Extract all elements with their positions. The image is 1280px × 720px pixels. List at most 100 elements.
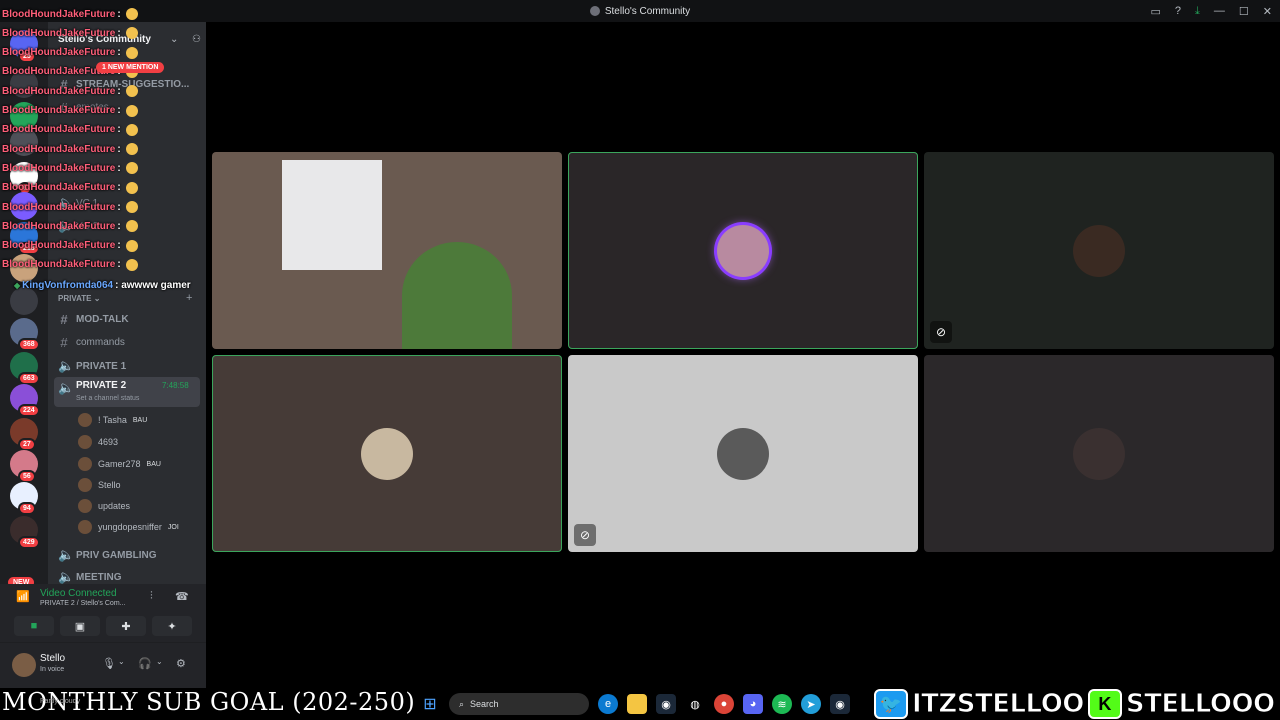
soundboard-button[interactable]: ✦ [152,616,192,636]
bottom-bar: MONTHLY SUB GOAL (202-250) Partly cloudy… [0,688,1280,720]
avatar[interactable] [12,653,36,677]
voice-member[interactable]: yungdopesniffer JOI [78,520,179,534]
chat-message: BloodHoundJakeFuture: [2,220,138,233]
emoji-icon [125,27,138,40]
disconnect-icon[interactable]: ☎ [175,590,189,603]
channel-private-1[interactable]: 🔈 PRIVATE 1 [58,358,126,374]
server-icon [589,6,600,16]
obs-icon[interactable]: ◍ [685,694,705,714]
screen-share-icon[interactable]: ▭ [1151,5,1161,18]
speaker-icon: 🔈 [58,569,75,584]
emoji-icon [125,162,138,175]
mic-muted-icon: ⊘ [930,321,952,343]
person-image [402,242,512,349]
window-title: Stello's Community [604,5,691,17]
avatar [1073,224,1125,277]
noise-suppression-icon[interactable]: ⫶ [150,590,153,603]
chat-message: ◆ KingVonfromda064: awwww gamer [14,280,191,291]
participant-tile[interactable]: ⊘ [568,355,918,552]
unread-badge: 429 [18,536,40,549]
emoji-icon [125,181,138,194]
badge-icon: ◆ [14,281,21,290]
voice-member[interactable]: Gamer278 BAU [78,457,161,471]
camera-button[interactable]: ■ [14,616,54,636]
avatar [361,427,413,480]
new-mention-badge[interactable]: 1 NEW MENTION [96,62,165,73]
chat-message: BloodHoundJakeFuture: [2,46,138,59]
emoji-icon [125,239,138,252]
channel-commands[interactable]: # commands [58,335,125,350]
chevron-down-icon[interactable]: ⌄ [118,657,125,666]
speaker-icon: 🔈 [58,380,75,395]
chat-message: BloodHoundJakeFuture: [2,258,138,271]
participant-tile[interactable] [568,152,918,349]
download-icon[interactable]: ⤓ [1195,5,1200,18]
maximize-button[interactable]: ☐ [1239,5,1249,18]
voice-status[interactable]: Video Connected [40,588,117,599]
signal-icon[interactable]: 📶 [16,590,30,603]
add-channel-icon[interactable]: + [186,292,192,304]
steam-icon[interactable]: ◉ [656,694,676,714]
screen-share-button[interactable]: ▣ [60,616,100,636]
speaker-icon: 🔈 [58,358,75,373]
window-controls: ▭ ? ⤓ — ☐ ✕ [1151,0,1273,22]
add-member-icon[interactable]: ⚇ [192,34,201,45]
channel-meeting[interactable]: 🔈 MEETING [58,569,122,584]
settings-icon[interactable]: ⚙ [176,657,186,670]
close-button[interactable]: ✕ [1263,5,1272,18]
minimize-button[interactable]: — [1214,5,1225,17]
channel-priv-gambling[interactable]: 🔈 PRIV GAMBLING [58,547,157,563]
edge-icon[interactable]: e [598,694,618,714]
voice-member[interactable]: updates [78,499,130,513]
participant-tile[interactable]: ⊘ [924,152,1274,349]
weather-label: Partly cloudy [40,698,81,705]
hashtag-icon: # [60,312,68,327]
chrome-icon[interactable]: ● [714,694,734,714]
taskbar-search[interactable]: ⌕ Search [449,693,589,715]
participant-tile[interactable] [924,355,1274,552]
help-icon[interactable]: ? [1175,5,1181,17]
participant-tile[interactable] [212,355,562,552]
voice-member[interactable]: 4693 [78,435,118,449]
avatar [78,435,92,449]
emoji-icon [125,123,138,136]
steam-icon-2[interactable]: ◉ [830,694,850,714]
chevron-down-icon: ⌄ [170,34,179,45]
user-status: In voice [40,666,65,673]
voice-channel-path[interactable]: PRIVATE 2 / Stello's Com... [40,600,126,607]
avatar [78,478,92,492]
category-private[interactable]: PRIVATE ⌄ [58,294,100,303]
activities-icon: ✚ [121,620,131,633]
voice-member[interactable]: Stello [78,478,121,492]
avatar [78,413,92,427]
channel-mod-talk[interactable]: # MOD-TALK [58,312,128,327]
voice-member[interactable]: ! Tasha BAU [78,413,147,427]
file-explorer-icon[interactable] [627,694,647,714]
headphones-icon[interactable]: 🎧 [138,657,152,670]
chevron-down-icon[interactable]: ⌄ [156,657,163,666]
avatar [1073,427,1125,480]
title-bar: Stello's Community ▭ ? ⤓ — ☐ ✕ [0,0,1280,22]
emoji-icon [125,46,138,59]
window-title-group: Stello's Community [589,5,691,17]
chat-message: BloodHoundJakeFuture: [2,162,138,175]
chat-message: BloodHoundJakeFuture: [2,181,138,194]
avatar [717,427,769,480]
chat-message: BloodHoundJakeFuture: [2,104,138,117]
avatar [717,224,769,277]
unread-badge: 368 [18,338,40,351]
spotify-icon[interactable]: ≋ [772,694,792,714]
windows-taskbar: ⊞ ⌕ Search e ◉ ◍ ● ◕ ≋ ➤ ◉ [420,688,870,720]
telegram-icon[interactable]: ➤ [801,694,821,714]
microphone-icon[interactable]: 🎙 [102,657,116,670]
kick-handle: STELLOOO [1125,689,1275,720]
discord-icon[interactable]: ◕ [743,694,763,714]
activities-button[interactable]: ✚ [106,616,146,636]
unread-badge: 224 [18,404,40,417]
unread-badge: 56 [18,470,36,483]
server-icon[interactable] [10,287,38,315]
emoji-icon [125,8,138,20]
channel-private-2[interactable]: 🔈 PRIVATE 2 7:48:58 Set a channel status [54,377,200,407]
video-feed-tile[interactable] [212,152,562,349]
windows-start-icon[interactable]: ⊞ [420,694,440,714]
